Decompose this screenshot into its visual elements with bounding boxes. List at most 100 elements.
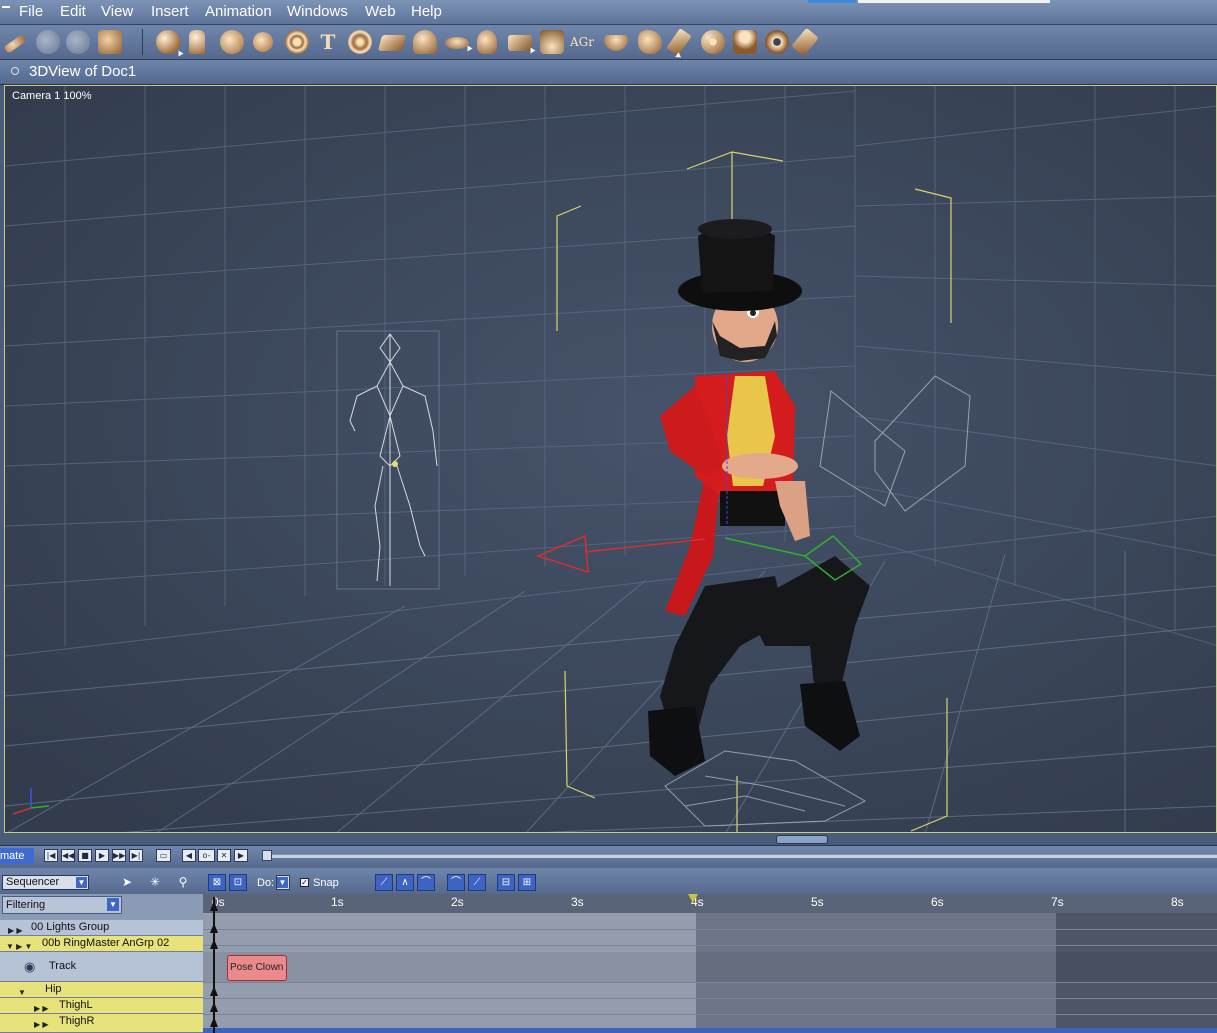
pose-clip[interactable]: Pose Clown F [227,955,287,981]
pane-splitter-handle[interactable] [776,835,828,844]
tree-row-hip[interactable]: ▼ Hip [0,982,203,998]
pointer-icon[interactable]: ➤ [118,874,136,891]
zoom-icon[interactable]: ⚲ [174,874,192,891]
ag-icon[interactable]: AGr [570,30,596,54]
curve-smooth-icon[interactable]: ⌒ [417,874,435,891]
do-select[interactable]: ▼ [276,875,290,890]
expand-arrow-icon[interactable]: ▶ ▶ [34,1017,49,1032]
key-icon[interactable]: o- [198,849,215,862]
fx-icon[interactable] [701,30,725,54]
bowl-icon[interactable] [604,35,628,51]
tree-row-label: Hip [45,983,62,995]
tree-icon[interactable] [413,30,437,54]
chevron-down-icon: ▼ [277,877,288,888]
delete-key-icon[interactable]: ✕ [217,849,231,862]
menu-insert[interactable]: Insert [151,3,189,20]
hand-icon[interactable] [36,30,60,54]
keyframe-marker-icon[interactable] [210,939,218,949]
camera-label[interactable]: Camera 1 100% [12,90,92,102]
light-icon[interactable]: ✳ [146,874,164,891]
tree-row-thighl[interactable]: ▶ ▶ ThighL [0,998,203,1014]
curve-step-icon[interactable]: ⟋ [468,874,486,891]
hair-icon[interactable] [445,37,473,52]
cloth-icon[interactable] [477,30,497,54]
playhead-line[interactable] [213,897,215,1033]
timeline-scrollbar[interactable] [203,1028,1217,1033]
curve-ease-icon[interactable]: ⌒ [447,874,465,891]
keyframe-marker-icon[interactable] [210,1002,218,1012]
paint-icon[interactable] [98,30,122,54]
filtering-select[interactable]: Filtering ▼ [2,896,122,914]
snap-label: Snap [313,877,339,889]
tree-row-ringmaster[interactable]: ▼ ▶ ▼ 00b RingMaster AnGrp 02 [0,936,203,952]
end-marker-icon[interactable] [688,894,698,903]
go-to-start-button[interactable]: |◀ [44,849,58,862]
chevron-down-icon: ▼ [107,898,119,911]
particle-icon[interactable] [348,30,372,54]
eye-icon[interactable] [765,30,789,54]
sphere-icon[interactable] [156,30,184,57]
sequencer-timeline[interactable]: 0s 1s 2s 3s 4s 5s 6s 7s 8s Pose Clown F [203,894,1217,1033]
deformer-icon[interactable] [253,32,273,52]
wrench-icon[interactable] [791,27,819,57]
tree-row-label: ThighL [59,999,93,1011]
keyframe-marker-icon[interactable] [210,986,218,996]
time-scrubber-track[interactable] [262,854,1217,858]
tree-row-track[interactable]: ◉ Track [0,952,203,982]
film-icon[interactable]: ⊞ [518,874,536,891]
go-to-end-button[interactable]: ▶| [129,849,143,862]
menu-animation[interactable]: Animation [205,3,272,20]
menu-windows[interactable]: Windows [287,3,348,20]
target-icon[interactable] [285,30,309,54]
menu-view[interactable]: View [101,3,133,20]
figure-icon[interactable] [189,30,205,54]
play-button[interactable]: ▶ [95,849,109,862]
filtering-label: Filtering [6,899,46,911]
ruler-tick: 8s [1171,895,1184,909]
bones-icon[interactable] [733,30,757,54]
joint-editor-icon[interactable] [3,34,27,54]
view-menu-icon[interactable] [11,67,19,75]
grab-icon[interactable] [66,30,90,54]
rewind-button[interactable]: ◀◀ [61,849,75,862]
animate-tab[interactable]: mate [0,848,34,864]
eye-icon[interactable]: ◉ [24,952,35,981]
chevron-down-icon: ▼ [76,877,87,888]
ground-icon[interactable] [508,35,536,54]
keyframe-marker-icon[interactable] [210,923,218,933]
menu-edit[interactable]: Edit [60,3,86,20]
time-scrubber-thumb[interactable] [262,850,272,861]
frame-icon[interactable]: ⊡ [229,874,247,891]
loop-icon[interactable]: ▭ [156,849,171,862]
menu-web[interactable]: Web [365,3,396,20]
menu-help[interactable]: Help [411,3,442,20]
keyframe-marker-icon[interactable] [210,901,218,911]
snap-checkbox[interactable]: ✓ [300,878,309,887]
system-menu-icon[interactable] [2,6,10,11]
viewport-3d[interactable]: Camera 1 100% [4,85,1217,833]
globe-icon[interactable] [220,30,244,54]
text-icon[interactable]: T [318,30,338,54]
next-key-button[interactable]: ▶ [234,849,248,862]
prev-key-button[interactable]: ◀ [182,849,196,862]
view-title-bar: 3DView of Doc1 [0,60,1217,85]
time-ruler[interactable]: 0s 1s 2s 3s 4s 5s 6s 7s 8s [203,894,1217,913]
fit-view-icon[interactable]: ⊠ [208,874,226,891]
tree-row-thighr[interactable]: ▶ ▶ ThighR [0,1014,203,1033]
brush-icon[interactable] [666,28,692,60]
stop-button[interactable]: ■ [78,849,92,862]
keyframe-marker-icon[interactable] [210,1017,218,1027]
sequencer-mode-select[interactable]: Sequencer ▼ [2,875,89,890]
fast-forward-button[interactable]: ▶▶ [112,849,126,862]
curve-linear-icon[interactable]: ⟋ [375,874,393,891]
camera-track-icon[interactable]: ⊟ [497,874,515,891]
menu-file[interactable]: File [19,3,43,20]
track-lane[interactable] [203,952,1217,982]
tree-row-lights-group[interactable]: ▶ ▶ 00 Lights Group [0,920,203,936]
rock-icon[interactable] [638,30,662,54]
terrain-icon[interactable] [377,35,407,51]
grass-icon[interactable] [540,30,564,54]
track-tree-pane: Filtering ▼ ▶ ▶ 00 Lights Group ▼ ▶ ▼ 00… [0,894,203,1033]
curve-peak-icon[interactable]: ∧ [396,874,414,891]
window-tab-indicator [808,0,856,3]
